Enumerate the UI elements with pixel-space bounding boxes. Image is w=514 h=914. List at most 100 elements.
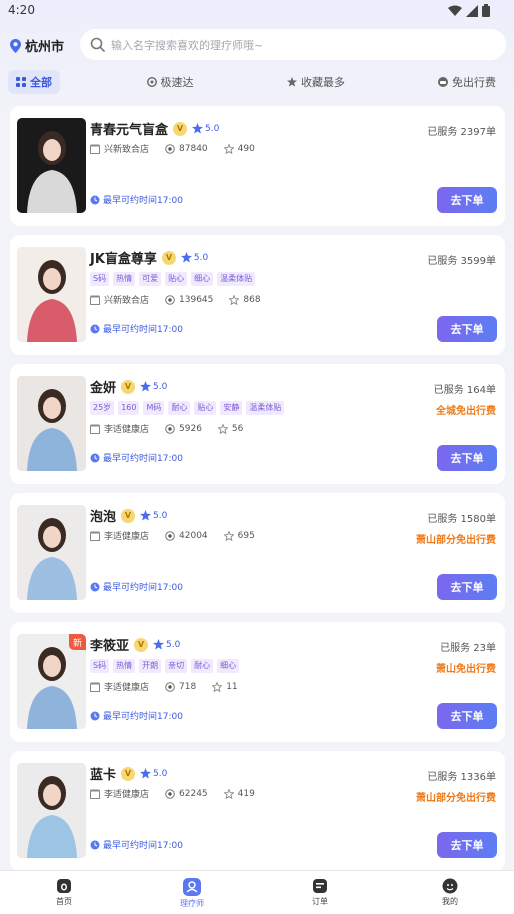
- view-count: 87840: [179, 143, 208, 154]
- served-count: 已服务 1580单: [427, 514, 496, 525]
- tab-profile-label: 我的: [442, 897, 458, 906]
- tag: 温柔体贴: [246, 401, 285, 415]
- earliest-time-label: 最早可约时间17:00: [103, 712, 183, 722]
- tab-therapist[interactable]: 理疗师: [162, 878, 222, 909]
- city-selector[interactable]: 杭州市: [10, 36, 64, 55]
- view-count: 139645: [179, 294, 214, 305]
- therapist-photo[interactable]: 新: [17, 634, 86, 729]
- store-icon: [90, 682, 100, 692]
- therapist-name: 青春元气盲盒: [90, 123, 169, 138]
- home-icon: [57, 879, 71, 893]
- eye-icon: [165, 294, 175, 305]
- therapist-photo[interactable]: [17, 505, 86, 600]
- place-order-button[interactable]: 去下单: [437, 832, 497, 858]
- filter-fast[interactable]: 极速达: [137, 70, 203, 94]
- clock-icon: [90, 711, 100, 720]
- tag: 25岁: [90, 401, 115, 415]
- star-outline-icon: [223, 143, 234, 154]
- rating-value: 5.0: [193, 252, 209, 263]
- earliest-time-label: 最早可约时间17:00: [103, 454, 183, 464]
- star-icon: [140, 768, 152, 779]
- tab-therapist-label: 理疗师: [180, 899, 204, 908]
- store-name: 李适健康店: [104, 790, 150, 800]
- store-icon: [90, 789, 100, 799]
- eye-icon: [165, 681, 175, 692]
- filter-all[interactable]: 全部: [8, 70, 60, 94]
- therapist-photo[interactable]: [17, 763, 86, 858]
- order-icon: [313, 879, 327, 893]
- rating-value: 5.0: [153, 768, 168, 779]
- new-badge: 新: [69, 634, 86, 650]
- place-order-button[interactable]: 去下单: [437, 574, 497, 600]
- rating-value: 5.0: [166, 639, 181, 650]
- tab-profile[interactable]: 我的: [420, 878, 480, 907]
- earliest-time: 最早可约时间17:00: [90, 451, 183, 464]
- favorite-count: 490: [237, 143, 255, 154]
- place-order-button[interactable]: 去下单: [437, 445, 497, 471]
- vip-badge: V: [134, 637, 149, 652]
- meta-row: 李适健康店 5926 56: [90, 422, 243, 435]
- therapist-card[interactable]: JK盲盒尊享 V 5.0 已服务 3599单 S码 热情 可爱 贴心 细心 温柔体贴 兴新致合店 13…: [10, 235, 505, 355]
- clock-icon: [90, 840, 100, 849]
- place-order-button[interactable]: 去下单: [437, 316, 497, 342]
- therapist-card[interactable]: 金妍 V 5.0 已服务 164单 全城免出行费 25岁 160 M码 耐心 贴心 安静 温柔体贴 李适…: [10, 364, 505, 484]
- eye-icon: [165, 423, 175, 434]
- name-row: 泡泡 V 5.0: [90, 506, 167, 525]
- tag: 贴心: [165, 272, 188, 286]
- earliest-time-label: 最早可约时间17:00: [103, 325, 183, 335]
- photo-placeholder: [17, 376, 86, 471]
- therapist-card[interactable]: 蓝卡 V 5.0 已服务 1336单 萧山部分免出行费 李适健康店 62245 419 最早可约…: [10, 751, 505, 871]
- vip-badge: V: [121, 379, 136, 394]
- place-order-button[interactable]: 去下单: [437, 703, 497, 729]
- star-icon: [287, 77, 297, 87]
- filter-all-label: 全部: [30, 76, 52, 89]
- tag: 亲切: [165, 659, 188, 673]
- photo-placeholder: [17, 247, 86, 342]
- name-row: 金妍 V 5.0: [90, 377, 167, 396]
- tag: 耐心: [168, 401, 191, 415]
- view-count: 62245: [179, 788, 208, 799]
- meta-row: 李适健康店 718 11: [90, 680, 238, 693]
- location-pin-icon: [10, 38, 21, 53]
- filter-free-travel[interactable]: 免出行费: [430, 70, 504, 94]
- therapist-photo[interactable]: [17, 376, 86, 471]
- therapist-card[interactable]: 新李筱亚 V 5.0 已服务 23单 萧山免出行费 S码 热情 开朗 亲切 耐心 细心 李适健康店 71…: [10, 622, 505, 742]
- tab-home[interactable]: 首页: [34, 878, 94, 907]
- star-icon: [192, 123, 204, 134]
- tag: S码: [90, 659, 110, 673]
- search-input[interactable]: 输入名字搜索喜欢的理疗师哦~: [80, 29, 506, 60]
- travel-fee-note: 萧山部分免出行费: [416, 535, 496, 546]
- filter-free-travel-label: 免出行费: [452, 76, 496, 89]
- earliest-time-label: 最早可约时间17:00: [103, 841, 183, 851]
- filter-most-favorited[interactable]: 收藏最多: [278, 70, 354, 94]
- therapist-card[interactable]: 青春元气盲盒 V 5.0 已服务 2397单 兴新致合店 87840 490 最早可约时间17…: [10, 106, 505, 226]
- name-row: 青春元气盲盒 V 5.0: [90, 119, 219, 138]
- favorite-count: 419: [237, 788, 255, 799]
- earliest-time-label: 最早可约时间17:00: [103, 583, 183, 593]
- rating: 5.0: [153, 639, 180, 650]
- rating: 5.0: [140, 510, 167, 521]
- name-row: 蓝卡 V 5.0: [90, 764, 167, 783]
- therapist-photo[interactable]: [17, 247, 86, 342]
- tab-orders[interactable]: 订单: [290, 878, 350, 907]
- tag-list: 25岁 160 M码 耐心 贴心 安静 温柔体贴: [90, 401, 285, 415]
- filter-bar: 全部 极速达 收藏最多 免出行费: [0, 70, 514, 94]
- filter-most-favorited-label: 收藏最多: [301, 76, 345, 89]
- car-icon: [438, 77, 448, 87]
- tab-home-label: 首页: [56, 897, 72, 906]
- status-bar: 4:20: [0, 0, 514, 24]
- rating: 5.0: [140, 768, 167, 779]
- tag-list: S码 热情 开朗 亲切 耐心 细心: [90, 659, 240, 673]
- favorite-count: 695: [237, 530, 255, 541]
- profile-icon: [442, 878, 458, 894]
- therapist-card[interactable]: 泡泡 V 5.0 已服务 1580单 萧山部分免出行费 李适健康店 42004 695 最早可约…: [10, 493, 505, 613]
- earliest-time: 最早可约时间17:00: [90, 322, 183, 335]
- therapist-photo[interactable]: [17, 118, 86, 213]
- rating-value: 5.0: [153, 381, 168, 392]
- star-icon: [140, 510, 152, 521]
- clock-icon: [90, 453, 100, 462]
- eye-icon: [165, 143, 175, 154]
- place-order-button[interactable]: 去下单: [437, 187, 497, 213]
- store-name: 李适健康店: [104, 532, 150, 542]
- status-icons: [448, 4, 490, 17]
